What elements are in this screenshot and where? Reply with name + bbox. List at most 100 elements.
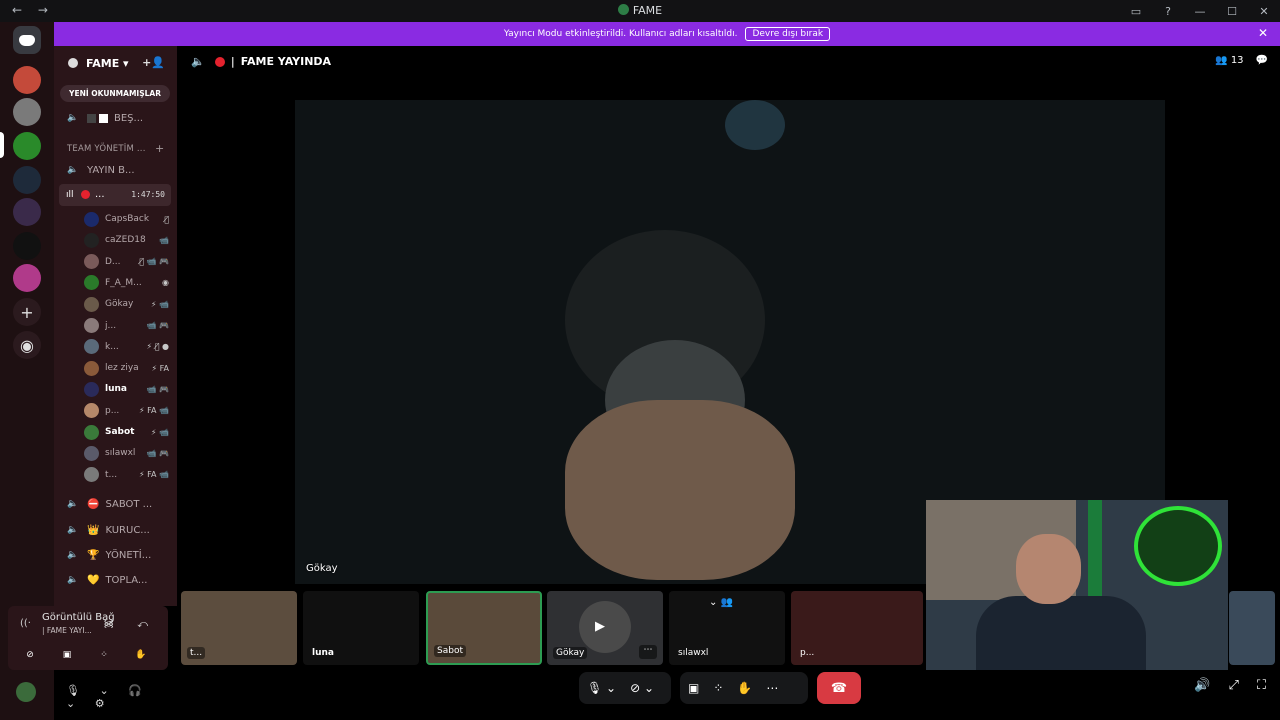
channel-bes[interactable]: 🔈 BEŞ... <box>67 108 143 128</box>
channel-sidebar: FAME ▾ +👤 YENİ OKUNMAMIŞLAR 🔈 BEŞ... TEAM … <box>54 46 177 606</box>
voice-member[interactable]: sılawxl 📹 🎮 <box>84 443 169 463</box>
channel-yonetim[interactable]: 🔈 🏆 YÖNETİ... <box>67 545 151 565</box>
pip-face <box>1016 534 1081 604</box>
voice-member[interactable]: j... 📹 🎮 <box>84 316 169 336</box>
member-status-icons: ◉ <box>162 278 169 288</box>
voice-timer: 1:47:50 <box>131 190 165 199</box>
channel-kurucu[interactable]: 🔈 👑 KURUC... <box>67 520 150 540</box>
server-header[interactable]: FAME ▾ +👤 <box>54 46 177 80</box>
server-icon-1[interactable] <box>13 66 41 94</box>
help-icon[interactable]: ? <box>1152 0 1184 22</box>
fullscreen-icon[interactable]: ⛶ <box>1257 678 1266 693</box>
channel-sabot[interactable]: 🔈 ⛔ SABOT ... <box>67 494 152 514</box>
voice-member[interactable]: Gökay ⚡ 📹 <box>84 294 169 314</box>
server-icon-tulonya[interactable] <box>13 232 41 260</box>
member-status-icons: ⚡ 📹 <box>150 427 169 437</box>
participant-tile[interactable]: luna <box>303 591 419 665</box>
microphone-button[interactable]: 🎙 ⌄ <box>587 681 616 695</box>
minimize-button[interactable]: — <box>1184 0 1216 22</box>
channel-toplanti[interactable]: 🔈 💛 TOPLA... <box>67 570 147 590</box>
tile-more-icon[interactable]: ⋯ <box>639 645 657 659</box>
direct-messages-icon[interactable] <box>13 26 41 54</box>
channel-active-voice[interactable]: ıll ... 1:47:50 <box>59 184 171 206</box>
inbox-icon[interactable]: ▭ <box>1120 0 1152 22</box>
server-icon-4[interactable] <box>13 198 41 226</box>
channel-emoji: 🏆 <box>87 549 100 561</box>
activities-button[interactable]: ⁘ <box>713 681 723 695</box>
camera-button[interactable]: ⊘ ⌄ <box>630 681 654 695</box>
voice-member[interactable]: luna 📹 🎮 <box>84 379 169 399</box>
voice-member[interactable]: k... ⚡ 🎙̸ ● <box>84 337 169 357</box>
speaker-icon: 🔈 <box>67 550 79 560</box>
header-actions: 👥 13 💬 <box>1215 55 1268 66</box>
member-avatar <box>84 211 99 227</box>
screen-share-button[interactable]: ▣ <box>688 681 699 695</box>
camera-off-icon[interactable]: ⊘ <box>18 646 42 664</box>
add-user-icon[interactable]: +👤 <box>142 56 165 69</box>
maximize-button[interactable]: ☐ <box>1216 0 1248 22</box>
server-icon-5[interactable] <box>13 264 41 292</box>
banner-close-icon[interactable]: ✕ <box>1258 26 1268 40</box>
user-controls[interactable]: 🎙 ⌄ 🎧 ⌄ ⚙ <box>66 684 168 710</box>
participant-tile[interactable]: t... <box>181 591 297 665</box>
category-label: TEAM YÖNETİM ... <box>67 144 146 154</box>
discover-icon[interactable]: ◉ <box>13 331 41 359</box>
participant-tile[interactable]: ⌄ 👥 sılawxl <box>669 591 785 665</box>
member-status-icons: ⚡ FA 📹 <box>138 470 169 480</box>
server-icon-3[interactable] <box>13 166 41 194</box>
tile-name: t... <box>187 647 206 659</box>
soundboard-button[interactable]: ✋ <box>737 681 752 695</box>
channel-yayin[interactable]: 🔈 YAYIN B... <box>67 160 135 180</box>
participant-tile[interactable] <box>1229 591 1275 665</box>
server-name: FAME ▾ <box>86 56 129 70</box>
add-server-icon[interactable]: + <box>13 298 41 326</box>
member-name: Sabot <box>105 427 135 437</box>
window-title: FAME <box>632 4 663 17</box>
member-status-icons: ⚡ 📹 <box>150 299 169 309</box>
voice-member[interactable]: F_A_M... ◉ <box>84 273 169 293</box>
member-avatar <box>84 381 99 397</box>
add-channel-icon[interactable]: + <box>155 142 164 155</box>
title-bar: ← → FAME ▭ ? — ☐ ✕ <box>0 0 1280 22</box>
server-icon-2[interactable] <box>13 98 41 126</box>
disconnect-button[interactable]: ☎ <box>817 672 861 704</box>
chat-icon[interactable]: 💬 <box>1256 55 1268 66</box>
new-unreads-button[interactable]: YENİ OKUNMAMIŞLAR <box>60 85 170 102</box>
picture-in-picture-stream[interactable] <box>926 500 1228 670</box>
voice-member[interactable]: Sabot ⚡ 📹 <box>84 422 169 442</box>
tile-name: p... <box>800 648 815 658</box>
server-icon-fame[interactable] <box>13 132 41 160</box>
speaker-icon: 🔈 <box>191 55 205 68</box>
channel-label: YÖNETİ... <box>105 549 152 561</box>
voice-member[interactable]: D... 🎙̸ 📹 🎮 <box>84 252 169 272</box>
disable-streamer-mode-button[interactable]: Devre dışı bırak <box>745 27 831 41</box>
voice-panel-actions[interactable]: ᯼ ⤺ <box>103 616 158 630</box>
pop-out-icon[interactable]: ⤢ <box>1228 678 1238 693</box>
voice-member[interactable]: t... ⚡ FA 📹 <box>84 465 169 485</box>
voice-member[interactable]: CapsBack 🎙̸ <box>84 209 169 229</box>
member-name: sılawxl <box>105 448 136 459</box>
more-options-button[interactable]: ⋯ <box>766 681 778 695</box>
participant-tile[interactable]: ▶ Gökay ⋯ <box>547 591 663 665</box>
member-avatar <box>84 318 99 333</box>
speaker-icon: 🔈 <box>67 525 79 535</box>
voice-member[interactable]: lez ziya ⚡ FA <box>84 358 169 378</box>
activities-icon[interactable]: ⁘ <box>92 646 116 664</box>
participant-tile[interactable]: Sabot <box>426 591 542 665</box>
soundboard-icon[interactable]: ✋ <box>129 646 153 664</box>
category-team-yonetim[interactable]: TEAM YÖNETİM ... + <box>67 142 164 155</box>
close-button[interactable]: ✕ <box>1248 0 1280 22</box>
voice-member[interactable]: p... ⚡ FA 📹 <box>84 401 169 421</box>
voice-member[interactable]: caZED18 📹 <box>84 230 169 250</box>
volume-icon[interactable]: 🔊 <box>1194 678 1210 693</box>
connection-signal-icon: ((· <box>20 618 31 629</box>
user-avatar[interactable] <box>16 682 36 702</box>
member-status-icons: 📹 🎮 <box>146 448 169 458</box>
participant-tile[interactable]: p... <box>791 591 923 665</box>
add-user-icon[interactable]: ⌄ 👥 <box>709 597 733 608</box>
member-avatar <box>84 467 99 483</box>
participants-button[interactable]: 👥 13 <box>1215 55 1243 66</box>
screen-share-icon[interactable]: ▣ <box>55 646 79 664</box>
voice-status-channel[interactable]: | FAME YAYI... <box>42 626 92 635</box>
member-status-icons: ⚡ FA <box>151 363 170 373</box>
